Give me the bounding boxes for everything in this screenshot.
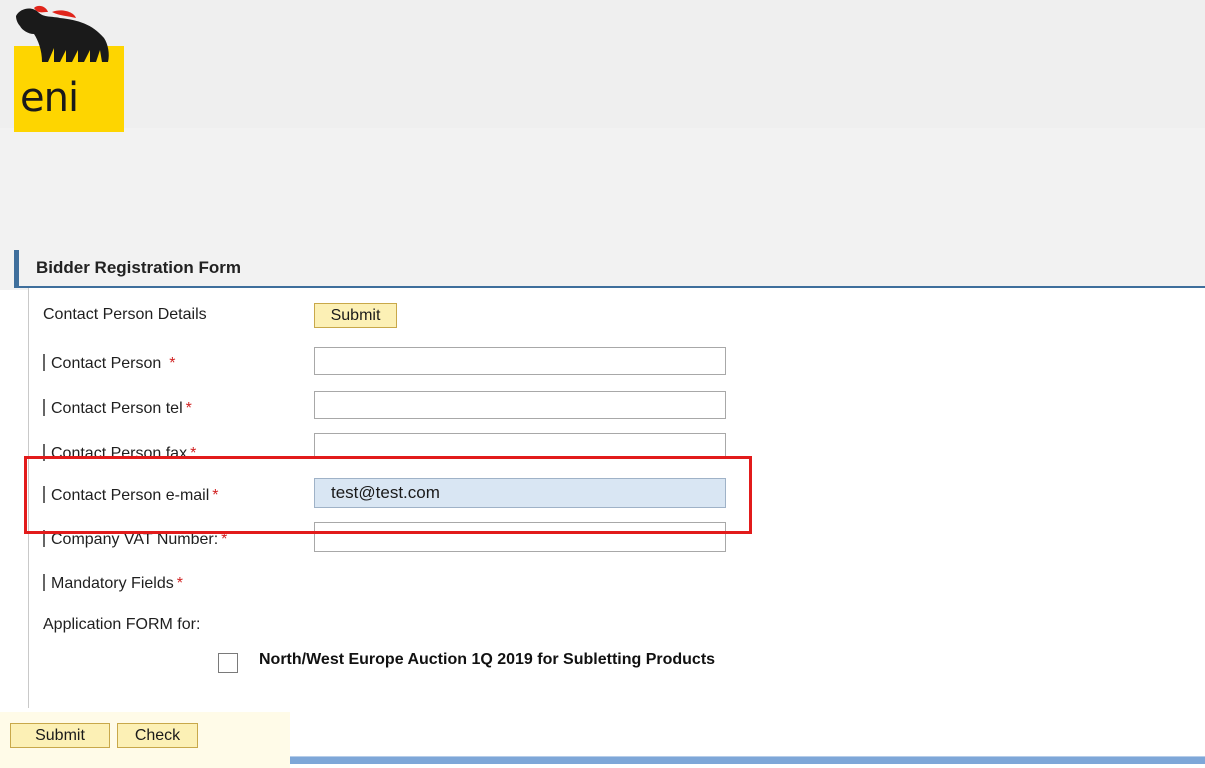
field-label-contact-person: Contact Person *	[43, 354, 176, 373]
field-marker	[43, 574, 45, 591]
submit-button[interactable]: Submit	[10, 723, 110, 748]
application-label: Application FORM for:	[43, 616, 201, 633]
field-label-contact-tel: Contact Person tel *	[43, 399, 192, 418]
mandatory-note: Mandatory Fields *	[43, 574, 183, 593]
form-header: Bidder Registration Form	[14, 250, 1205, 288]
field-marker	[43, 354, 45, 371]
section-label: Contact Person Details	[43, 306, 207, 323]
contact-tel-input[interactable]	[314, 391, 726, 419]
logo-band	[0, 0, 1205, 128]
contact-fax-input[interactable]	[314, 433, 726, 457]
check-button[interactable]: Check	[117, 723, 198, 748]
section-submit-button[interactable]: Submit	[314, 303, 397, 328]
contact-person-input[interactable]	[314, 347, 726, 375]
field-marker	[43, 399, 45, 416]
auction-checkbox[interactable]	[218, 653, 238, 673]
highlight-box	[24, 456, 752, 534]
eni-logo: eni	[12, 4, 124, 132]
six-legged-dog-icon	[16, 5, 109, 62]
form-title: Bidder Registration Form	[36, 258, 241, 277]
logo-wordmark: eni	[20, 75, 79, 121]
auction-option-label: North/West Europe Auction 1Q 2019 for Su…	[259, 651, 716, 668]
header-accent-bar	[14, 250, 19, 286]
footer-divider	[290, 756, 1205, 764]
